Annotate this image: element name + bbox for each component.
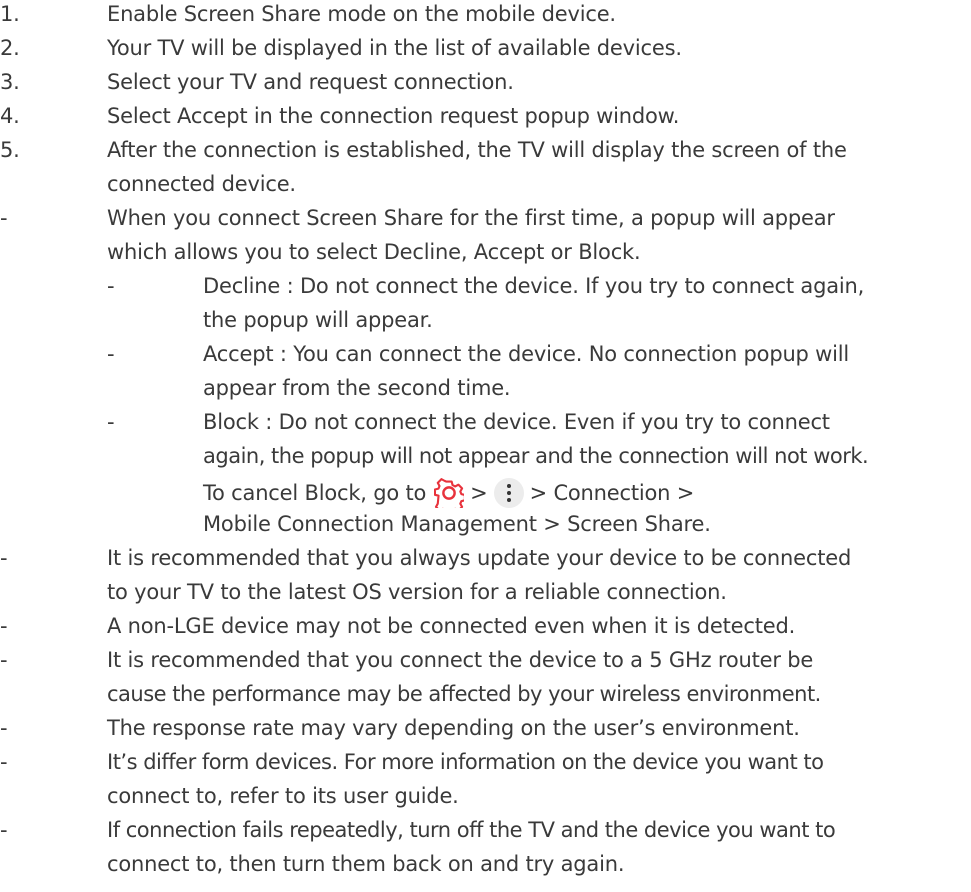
bullet-marker: - bbox=[0, 206, 8, 230]
step-text: connected device. bbox=[107, 172, 296, 196]
step-text: Select Accept in the connection request … bbox=[107, 104, 680, 128]
instruction-document: 1. Enable Screen Share mode on the mobil… bbox=[0, 0, 971, 892]
bullet-marker: - bbox=[0, 818, 8, 842]
option-text: Decline : Do not connect the device. If … bbox=[203, 274, 865, 298]
note-text: which allows you to select Decline, Acce… bbox=[107, 240, 641, 264]
step-number: 2. bbox=[0, 36, 20, 60]
step-number: 1. bbox=[0, 2, 20, 26]
bullet-marker: - bbox=[107, 342, 115, 366]
note-text: It’s differ form devices. For more infor… bbox=[107, 750, 824, 774]
option-text: again, the popup will not appear and the… bbox=[203, 444, 869, 468]
note-text: If connection fails repeatedly, turn off… bbox=[107, 818, 836, 842]
bullet-marker: - bbox=[0, 546, 8, 570]
note-text: It is recommended that you always update… bbox=[107, 546, 852, 570]
bullet-marker: - bbox=[107, 410, 115, 434]
note-text: The response rate may vary depending on … bbox=[107, 716, 800, 740]
bullet-marker: - bbox=[0, 716, 8, 740]
bullet-marker: - bbox=[107, 274, 115, 298]
option-text: Accept : You can connect the device. No … bbox=[203, 342, 850, 366]
step-number: 3. bbox=[0, 70, 20, 94]
step-text: After the connection is established, the… bbox=[107, 138, 847, 162]
more-vertical-icon bbox=[493, 478, 524, 508]
step-text: Your TV will be displayed in the list of… bbox=[107, 36, 682, 60]
note-text: A non-LGE device may not be connected ev… bbox=[107, 614, 796, 638]
option-text: appear from the second time. bbox=[203, 376, 511, 400]
option-text: the popup will appear. bbox=[203, 308, 433, 332]
step-number: 4. bbox=[0, 104, 20, 128]
step-number: 5. bbox=[0, 138, 20, 162]
option-text: Block : Do not connect the device. Even … bbox=[203, 410, 830, 434]
note-text: connect to, then turn them back on and t… bbox=[107, 852, 625, 876]
note-text: cause the performance may be affected by… bbox=[107, 682, 821, 706]
step-text: Select your TV and request connection. bbox=[107, 70, 514, 94]
gear-icon bbox=[434, 478, 467, 515]
path-separator: > Connection > bbox=[529, 481, 695, 505]
note-text: When you connect Screen Share for the fi… bbox=[107, 206, 835, 230]
path-separator: > bbox=[470, 481, 488, 505]
note-text: connect to, refer to its user guide. bbox=[107, 784, 459, 808]
bullet-marker: - bbox=[0, 648, 8, 672]
cancel-path-line: To cancel Block, go to > > Connection > bbox=[203, 478, 695, 515]
cancel-path-line: Mobile Connection Management > Screen Sh… bbox=[203, 512, 711, 536]
note-text: to your TV to the latest OS version for … bbox=[107, 580, 727, 604]
bullet-marker: - bbox=[0, 614, 8, 638]
bullet-marker: - bbox=[0, 750, 8, 774]
cancel-path-prefix: To cancel Block, go to bbox=[203, 481, 427, 505]
note-text: It is recommended that you connect the d… bbox=[107, 648, 814, 672]
step-text: Enable Screen Share mode on the mobile d… bbox=[107, 2, 616, 26]
